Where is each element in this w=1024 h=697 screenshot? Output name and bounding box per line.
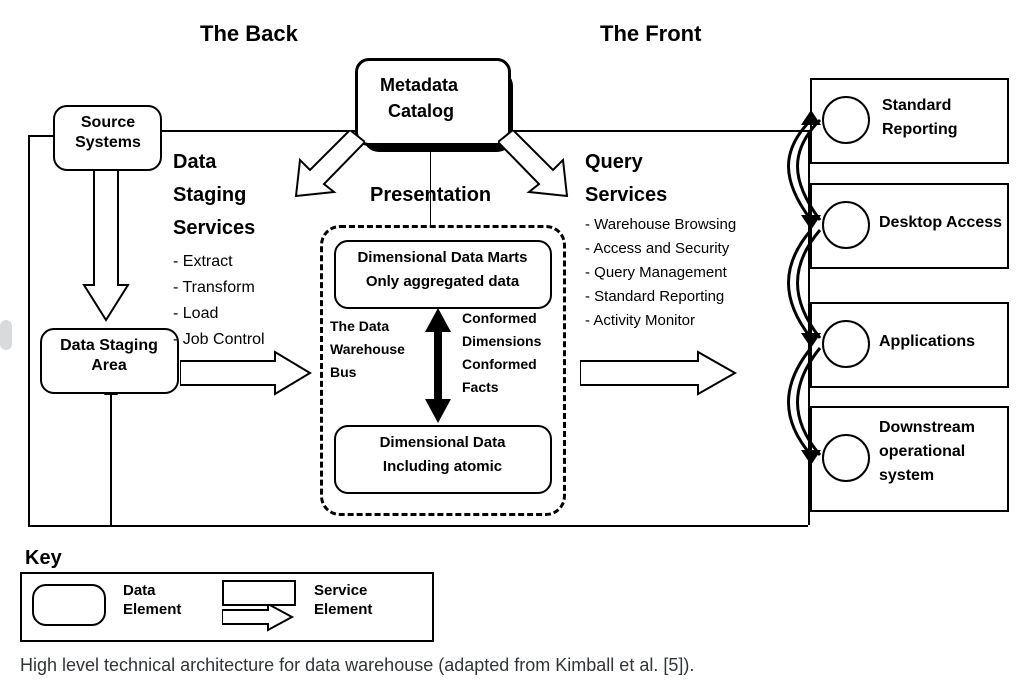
squiggle-connector-icon <box>776 90 826 500</box>
qs-item-1: - Access and Security <box>585 240 729 259</box>
dss-item-1: - Transform <box>173 278 255 298</box>
label-data-staging-area: Data Staging Area <box>50 336 168 376</box>
port-desktop-access <box>822 201 870 249</box>
dwbus-l3: Bus <box>330 364 356 382</box>
key-data-element-shape <box>32 584 106 626</box>
qs-item-0: - Warehouse Browsing <box>585 216 736 235</box>
port-downstream <box>822 434 870 482</box>
diagram-canvas: The Back The Front Source Systems Data S… <box>0 0 1024 697</box>
scroll-crumb <box>0 320 12 350</box>
dim-atomic-l1: Dimensional Data <box>345 434 540 453</box>
conf-l1: Conformed <box>462 310 537 328</box>
qs-title-2: Services <box>585 183 667 208</box>
ds-l3: system <box>879 466 934 486</box>
dwbus-l1: The Data <box>330 318 389 336</box>
arrow-right2-icon <box>580 350 740 396</box>
conf-l3: Conformed <box>462 356 537 374</box>
arrow-metadata-right-icon <box>498 130 573 200</box>
arrow-metadata-left-icon <box>290 130 365 200</box>
label-source-systems: Source Systems <box>68 113 148 153</box>
arrow-right-icon <box>180 350 315 396</box>
port-standard-reporting <box>822 96 870 144</box>
dim-marts-l2: Only aggregated data <box>345 273 540 292</box>
qs-title-1: Query <box>585 150 643 175</box>
key-data-element-label: Data Element <box>123 582 193 620</box>
feedback-line-bottom <box>28 525 808 527</box>
ds-l1: Downstream <box>879 418 975 438</box>
figure-caption: High level technical architecture for da… <box>20 655 694 676</box>
qs-item-4: - Activity Monitor <box>585 312 695 331</box>
da-l1: Desktop Access <box>879 213 1002 233</box>
double-arrow-icon <box>425 308 451 423</box>
conf-l2: Dimensions <box>462 333 541 351</box>
metadata-l2: Catalog <box>388 100 454 123</box>
metadata-l1: Metadata <box>380 74 458 97</box>
dss-title-3: Services <box>173 216 255 241</box>
arrow-down-icon <box>82 170 130 325</box>
heading-presentation: Presentation <box>370 183 491 208</box>
feedback-line-to-staging <box>110 391 112 526</box>
app-l1: Applications <box>879 332 975 352</box>
heading-back: The Back <box>200 20 298 48</box>
qs-item-3: - Standard Reporting <box>585 288 724 307</box>
dim-marts-l1: Dimensional Data Marts <box>345 249 540 268</box>
port-applications <box>822 320 870 368</box>
key-service-arrow-icon <box>222 604 296 632</box>
dss-item-3: - Job Control <box>173 330 265 350</box>
feedback-line-left-top <box>28 135 56 137</box>
dwbus-l2: Warehouse <box>330 341 405 359</box>
sr-l2: Reporting <box>882 120 958 140</box>
dss-title-1: Data <box>173 150 216 175</box>
key-title: Key <box>25 546 62 571</box>
key-service-element-label: Service Element <box>314 582 394 620</box>
dim-atomic-l2: Including atomic <box>345 458 540 477</box>
qs-item-2: - Query Management <box>585 264 727 283</box>
heading-front: The Front <box>600 20 701 48</box>
sr-l1: Standard <box>882 96 951 116</box>
dss-item-0: - Extract <box>173 252 233 272</box>
ds-l2: operational <box>879 442 965 462</box>
dss-title-2: Staging <box>173 183 246 208</box>
dss-item-2: - Load <box>173 304 218 324</box>
conf-l4: Facts <box>462 379 499 397</box>
key-service-rect <box>222 580 296 606</box>
feedback-line-left <box>28 135 30 525</box>
